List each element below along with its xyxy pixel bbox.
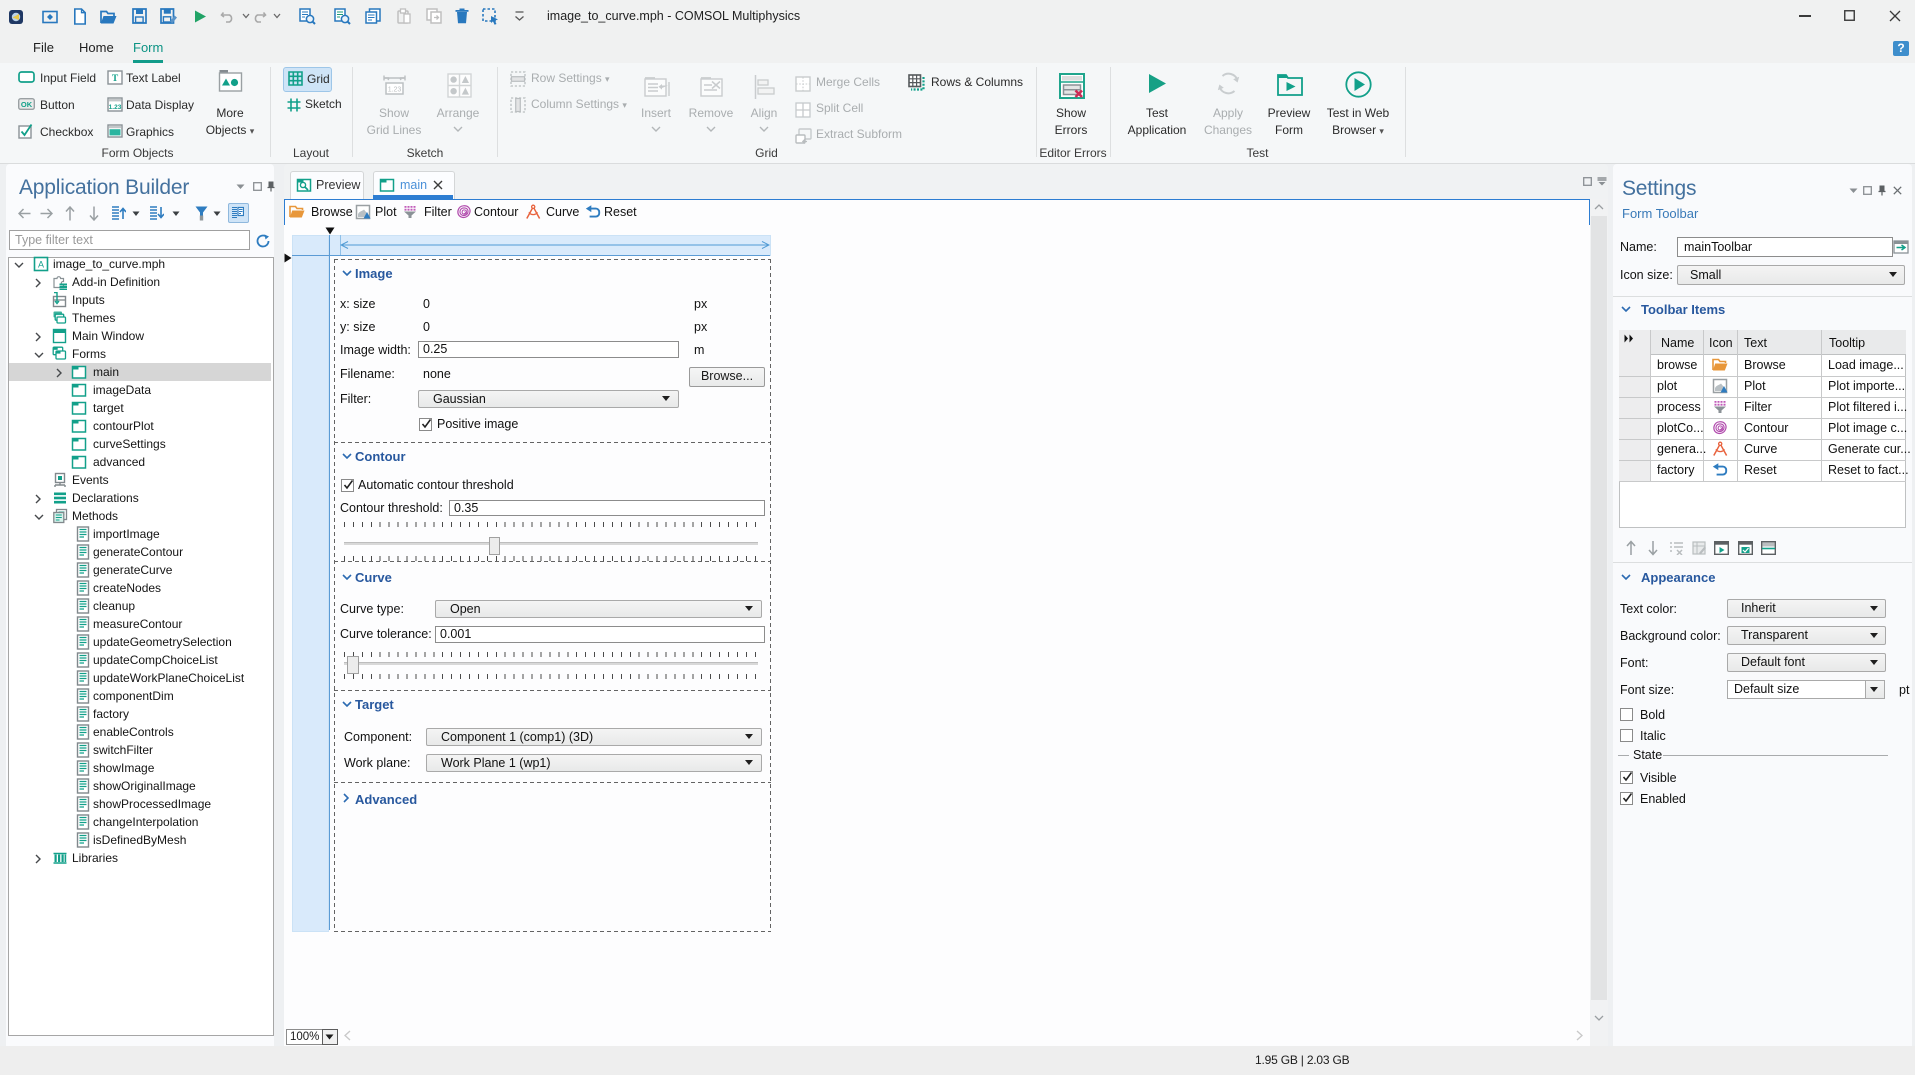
svg-text:T: T: [112, 74, 119, 84]
svg-text:1.23: 1.23: [109, 104, 122, 111]
svg-text:1.23: 1.23: [388, 87, 402, 94]
svg-text:OK: OK: [21, 100, 33, 109]
